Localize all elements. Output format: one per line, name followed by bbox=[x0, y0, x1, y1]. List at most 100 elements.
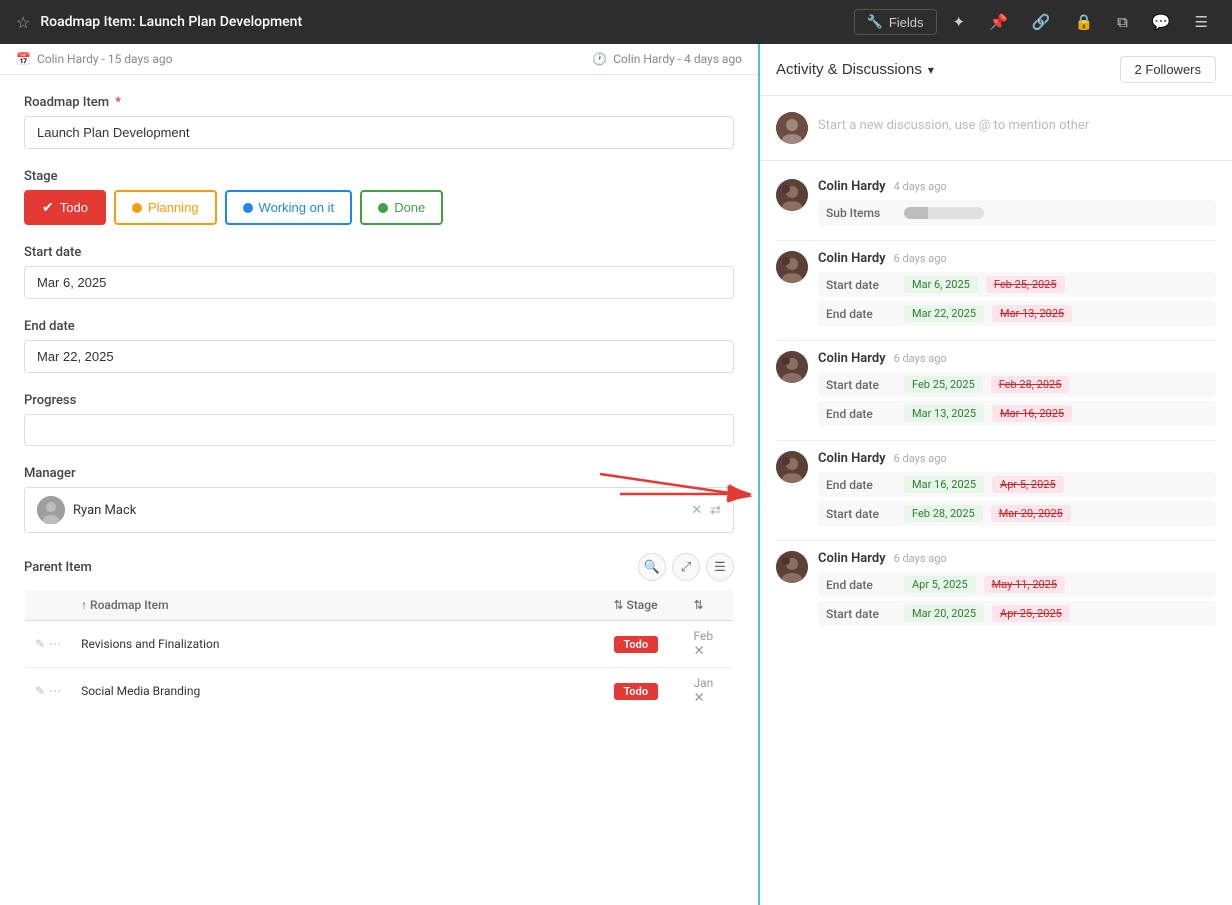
change-row: End date Mar 16, 2025 Apr 5, 2025 bbox=[818, 472, 1216, 497]
panel-header-right: 🕐 Colin Hardy - 4 days ago bbox=[592, 52, 742, 66]
calendar-icon: 📅 bbox=[16, 52, 31, 66]
row-date: Jan ✕ bbox=[684, 668, 734, 715]
top-bar-right: 🔧 Fields ✦ 📌 🔗 🔒 ⧉ 💬 ☰ bbox=[854, 9, 1216, 35]
activity-user-line: Colin Hardy 6 days ago bbox=[818, 451, 1216, 466]
roadmap-item-input[interactable] bbox=[24, 116, 734, 149]
change-label: Start date bbox=[826, 607, 896, 621]
parent-table: ↑ Roadmap Item ⇅ Stage ⇅ bbox=[24, 589, 734, 715]
th-date: ⇅ bbox=[684, 590, 734, 621]
dots-icon[interactable]: ⋯ bbox=[49, 637, 61, 651]
roadmap-item-group: Roadmap Item * bbox=[24, 95, 734, 149]
change-new-value: Mar 16, 2025 bbox=[904, 476, 984, 493]
end-date-input[interactable] bbox=[24, 340, 734, 373]
parent-menu-button[interactable]: ☰ bbox=[706, 553, 734, 581]
top-bar-left: ☆ Roadmap Item: Launch Plan Development bbox=[16, 13, 302, 32]
panel-header-left: 📅 Colin Hardy - 15 days ago bbox=[16, 52, 172, 66]
activity-content: Colin Hardy 6 days ago End date Apr 5, 2… bbox=[818, 551, 1216, 630]
change-label: End date bbox=[826, 578, 896, 592]
manager-edit-button[interactable]: ⇄ bbox=[710, 502, 721, 518]
parent-expand-button[interactable]: ⤢ bbox=[672, 553, 700, 581]
activity-time: 6 days ago bbox=[894, 452, 947, 465]
stage-badge: Todo bbox=[614, 683, 659, 700]
created-by: Colin Hardy - 15 days ago bbox=[37, 52, 173, 66]
row-stage: Todo bbox=[604, 621, 684, 668]
pin-icon[interactable]: 📌 bbox=[981, 9, 1016, 35]
activity-user-line: Colin Hardy 4 days ago bbox=[818, 179, 1216, 194]
change-label: End date bbox=[826, 307, 896, 321]
row-remove-button[interactable]: ✕ bbox=[694, 690, 705, 706]
start-date-input[interactable] bbox=[24, 266, 734, 299]
row-name: Social Media Branding bbox=[71, 668, 603, 715]
start-date-group: Start date bbox=[24, 245, 734, 299]
fields-button[interactable]: 🔧 Fields bbox=[854, 9, 937, 35]
duplicate-icon[interactable]: ⧉ bbox=[1109, 10, 1136, 35]
activity-item: Colin Hardy 6 days ago Start date Feb 25… bbox=[760, 341, 1232, 440]
th-actions bbox=[25, 590, 72, 621]
activity-content: Colin Hardy 6 days ago End date Mar 16, … bbox=[818, 451, 1216, 530]
change-label: Start date bbox=[826, 278, 896, 292]
comment-icon[interactable]: 💬 bbox=[1144, 9, 1179, 35]
stage-planning-button[interactable]: Planning bbox=[114, 190, 217, 225]
change-new-value: Mar 22, 2025 bbox=[904, 305, 984, 322]
parent-search-button[interactable]: 🔍 bbox=[638, 553, 666, 581]
activity-item: Colin Hardy 6 days ago Start date Mar 6,… bbox=[760, 241, 1232, 340]
change-label: Start date bbox=[826, 507, 896, 521]
activity-avatar bbox=[776, 251, 808, 283]
menu-icon[interactable]: ☰ bbox=[1187, 9, 1216, 35]
activity-discussions-button[interactable]: Activity & Discussions ▾ bbox=[776, 61, 934, 78]
activity-username: Colin Hardy bbox=[818, 251, 886, 266]
activity-content: Colin Hardy 6 days ago Start date Feb 25… bbox=[818, 351, 1216, 430]
right-panel: Activity & Discussions ▾ 2 Followers Sta… bbox=[760, 44, 1232, 905]
stage-todo-button[interactable]: ✔ Todo bbox=[24, 190, 106, 225]
dots-icon[interactable]: ⋯ bbox=[49, 684, 61, 698]
progress-label: Progress bbox=[24, 393, 734, 408]
discussion-placeholder[interactable]: Start a new discussion, use @ to mention… bbox=[818, 112, 1089, 133]
row-icons-cell: ✎ ⋯ bbox=[25, 668, 72, 715]
activity-time: 6 days ago bbox=[894, 352, 947, 365]
row-date: Feb ✕ bbox=[684, 621, 734, 668]
manager-remove-button[interactable]: ✕ bbox=[691, 502, 702, 518]
top-bar: ☆ Roadmap Item: Launch Plan Development … bbox=[0, 0, 1232, 44]
modified-by: Colin Hardy - 4 days ago bbox=[613, 52, 742, 66]
progress-group: Progress bbox=[24, 393, 734, 446]
progress-bar-container[interactable] bbox=[24, 414, 734, 446]
lock-icon[interactable]: 🔒 bbox=[1066, 9, 1101, 35]
row-icons: ✎ ⋯ bbox=[35, 637, 61, 651]
stage-badge: Todo bbox=[614, 636, 659, 653]
activity-user-line: Colin Hardy 6 days ago bbox=[818, 251, 1216, 266]
followers-button[interactable]: 2 Followers bbox=[1120, 56, 1216, 83]
manager-label: Manager bbox=[24, 466, 734, 481]
stage-working-button[interactable]: Working on it bbox=[225, 190, 353, 225]
table-row: ✎ ⋯ Revisions and Finalization Todo Feb … bbox=[25, 621, 734, 668]
activity-time: 6 days ago bbox=[894, 252, 947, 265]
change-old-value: Apr 5, 2025 bbox=[992, 476, 1064, 493]
row-icons: ✎ ⋯ bbox=[35, 684, 61, 698]
activity-username: Colin Hardy bbox=[818, 179, 886, 194]
activity-avatar bbox=[776, 351, 808, 383]
sub-items-row: Sub Items bbox=[818, 200, 1216, 226]
edit-icon[interactable]: ✎ bbox=[35, 637, 45, 651]
activity-content: Colin Hardy 4 days ago Sub Items bbox=[818, 179, 1216, 230]
change-old-value: Apr 25, 2025 bbox=[992, 605, 1070, 622]
discussion-input-area: Start a new discussion, use @ to mention… bbox=[760, 96, 1232, 161]
row-stage: Todo bbox=[604, 668, 684, 715]
end-date-group: End date bbox=[24, 319, 734, 373]
stage-done-button[interactable]: Done bbox=[360, 190, 443, 225]
activity-content: Colin Hardy 6 days ago Start date Mar 6,… bbox=[818, 251, 1216, 330]
change-old-value: Feb 28, 2025 bbox=[991, 376, 1070, 393]
sub-items-bar bbox=[904, 207, 984, 219]
panel-content: Roadmap Item * Stage ✔ Todo Planning bbox=[0, 75, 758, 905]
row-remove-button[interactable]: ✕ bbox=[694, 643, 705, 659]
change-new-value: Feb 28, 2025 bbox=[904, 505, 983, 522]
parent-item-label: Parent Item bbox=[24, 560, 92, 575]
change-new-value: Mar 6, 2025 bbox=[904, 276, 978, 293]
activity-label: Activity & Discussions bbox=[776, 61, 922, 78]
th-stage: ⇅ Stage bbox=[604, 590, 684, 621]
manager-avatar bbox=[37, 496, 65, 524]
move-icon[interactable]: ✦ bbox=[945, 9, 974, 35]
panel-header: 📅 Colin Hardy - 15 days ago 🕐 Colin Hard… bbox=[0, 44, 758, 75]
link-icon[interactable]: 🔗 bbox=[1024, 9, 1059, 35]
star-icon[interactable]: ☆ bbox=[16, 13, 30, 32]
parent-item-header: Parent Item 🔍 ⤢ ☰ bbox=[24, 553, 734, 581]
edit-icon[interactable]: ✎ bbox=[35, 684, 45, 698]
